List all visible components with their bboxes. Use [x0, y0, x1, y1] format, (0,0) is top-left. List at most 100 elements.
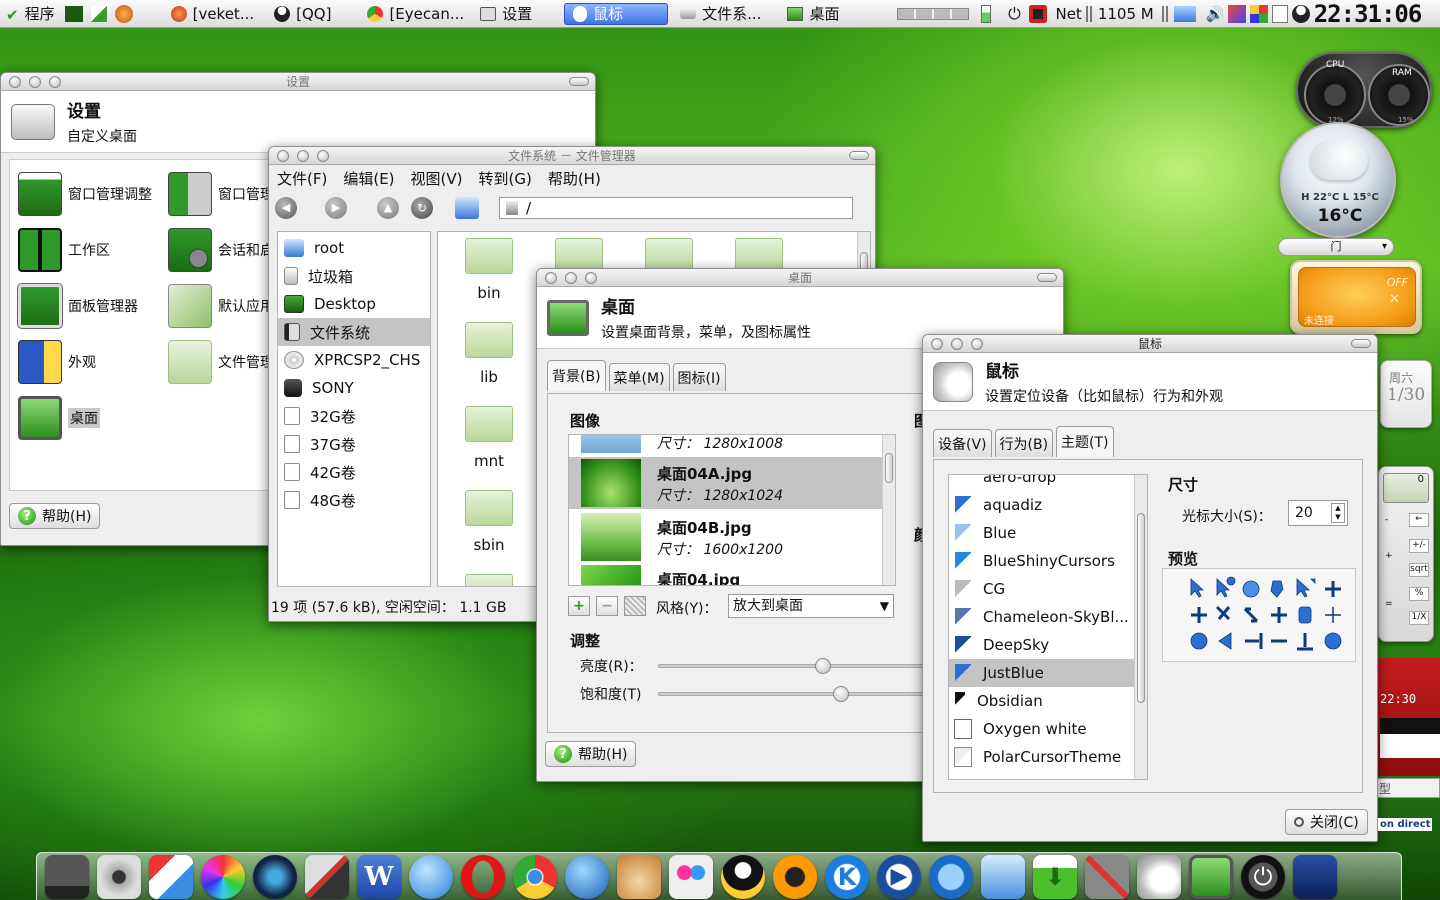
media-player-icon[interactable]: ▶	[877, 855, 921, 899]
minimize-window-button[interactable]	[297, 150, 309, 162]
shade-button[interactable]	[569, 77, 589, 86]
volume-icon[interactable]: 🔊	[1206, 5, 1226, 23]
alarm-widget[interactable]: 22:30	[1376, 658, 1440, 776]
style-select[interactable]: 放大到桌面 ▼	[728, 594, 894, 618]
terminal-icon[interactable]	[64, 5, 83, 22]
image-row[interactable]: 尺寸： 1280x1008	[569, 435, 883, 455]
globe-icon[interactable]	[409, 855, 453, 899]
cursor-theme-item[interactable]: Obsidian	[949, 687, 1135, 715]
cursor-theme-item[interactable]: JustBlue	[949, 659, 1135, 687]
setting-panel-manager[interactable]: 面板管理器	[17, 283, 138, 329]
image-options-icon[interactable]	[624, 596, 646, 616]
calendar-widget[interactable]: 周六 1/30	[1380, 360, 1432, 428]
cursor-theme-item[interactable]: DeepSky	[949, 631, 1135, 659]
place-desktop[interactable]: Desktop	[278, 290, 430, 318]
setting-window-tweaks[interactable]: 窗口管理调整	[18, 172, 152, 216]
location-bar[interactable]: /	[499, 197, 853, 219]
saturation-slider[interactable]	[658, 686, 958, 702]
battery-icon[interactable]	[981, 4, 992, 23]
clock[interactable]: 22:31:06	[1314, 0, 1423, 27]
close-window-button[interactable]	[545, 272, 557, 284]
workspace-pager-icon[interactable]	[897, 7, 970, 20]
cursor-theme-item[interactable]: aquadiz	[949, 491, 1135, 519]
task-desktop[interactable]: 桌面	[779, 3, 847, 25]
close-button[interactable]: 关闭(C)	[1285, 809, 1368, 835]
task-settings[interactable]: 设置	[472, 3, 540, 25]
shutdown-icon[interactable]: ⏻	[1241, 855, 1285, 899]
menu-edit[interactable]: 编辑(E)	[343, 168, 394, 189]
tools-icon[interactable]	[1085, 855, 1129, 899]
task-mouse[interactable]: 鼠标	[564, 2, 669, 25]
folder-item[interactable]: mnt	[454, 406, 524, 470]
forward-icon[interactable]: ▶	[325, 197, 347, 219]
folder-item[interactable]: bin	[454, 238, 524, 302]
setting-session-startup[interactable]: 会话和启	[168, 228, 274, 272]
image-row[interactable]: 桌面04A.jpg 尺寸： 1280x1024	[569, 457, 883, 509]
title-bar[interactable]: 设置	[1, 73, 595, 91]
stepper-arrows-icon[interactable]: ▲ ▼	[1331, 503, 1345, 523]
maximize-window-button[interactable]	[971, 338, 983, 350]
router-widget[interactable]: OFF ✕ 未连接	[1290, 260, 1422, 334]
image-row[interactable]: 桌面04B.jpg 尺寸： 1600x1200	[569, 511, 883, 563]
calc-key[interactable]: +/-	[1409, 539, 1429, 553]
opera-icon[interactable]	[461, 855, 505, 899]
word-processor-icon[interactable]: W	[357, 855, 401, 899]
calc-key[interactable]: ←	[1409, 513, 1429, 527]
desktop-dock-icon[interactable]	[1189, 855, 1233, 899]
headphones-icon[interactable]	[773, 855, 817, 899]
help-button[interactable]: ? 帮助(H)	[9, 503, 101, 529]
place-filesystem[interactable]: 文件系统	[278, 318, 430, 346]
tray-app-icon[interactable]	[1227, 4, 1246, 23]
network-icon[interactable]	[149, 855, 193, 899]
cursor-theme-item[interactable]: Blue	[949, 519, 1135, 547]
internet-globe-icon[interactable]	[565, 855, 609, 899]
task-qq[interactable]: [QQ]	[266, 3, 339, 25]
weather-city-select[interactable]: 门 ▾	[1278, 238, 1394, 256]
menu-view[interactable]: 视图(V)	[411, 168, 463, 189]
k-app-icon[interactable]: K	[825, 855, 869, 899]
calc-op[interactable]: =	[1385, 599, 1393, 609]
mouse-dock-icon[interactable]	[1137, 855, 1181, 899]
cursor-theme-item[interactable]: CG	[949, 575, 1135, 603]
back-icon[interactable]: ◀	[275, 197, 297, 219]
notes-icon[interactable]	[1271, 4, 1288, 23]
browser-icon[interactable]	[114, 4, 133, 23]
rabbit-icon[interactable]	[617, 855, 661, 899]
drawing-icon[interactable]	[305, 855, 349, 899]
menu-file[interactable]: 文件(F)	[277, 168, 327, 189]
tray-colors-icon[interactable]	[1249, 4, 1268, 23]
cursor-theme-item[interactable]: Chameleon-SkyBl...	[949, 603, 1135, 631]
calc-key[interactable]: 1/X	[1409, 611, 1429, 625]
download-icon[interactable]: ⬇	[1033, 855, 1077, 899]
place-48g[interactable]: 48G卷	[278, 486, 430, 514]
close-window-button[interactable]	[9, 76, 21, 88]
setting-workspaces[interactable]: 工作区	[18, 228, 110, 272]
workspace-switcher-icon[interactable]	[1293, 855, 1337, 899]
setting-window-manager[interactable]: 窗口管理	[168, 172, 274, 216]
slider-handle[interactable]	[815, 658, 831, 674]
minimize-window-button[interactable]	[951, 338, 963, 350]
tab-theme[interactable]: 主题(T)	[1056, 426, 1114, 457]
setting-desktop[interactable]: 桌面	[18, 396, 100, 440]
shade-button[interactable]	[1351, 339, 1371, 348]
calc-op[interactable]: +	[1385, 551, 1393, 561]
tab-behavior[interactable]: 行为(B)	[994, 429, 1054, 457]
camera-icon[interactable]	[97, 855, 141, 899]
qq-dock-icon[interactable]	[721, 855, 765, 899]
app-menu[interactable]: ✔ 程序	[0, 0, 61, 27]
calc-key[interactable]: sqrt	[1409, 563, 1429, 577]
tab-menu[interactable]: 菜单(M)	[608, 363, 670, 391]
setting-default-apps[interactable]: 默认应用	[168, 284, 274, 328]
cursor-theme-item[interactable]: aero-drop	[949, 475, 1135, 491]
remove-image-icon[interactable]: −	[596, 596, 618, 616]
chrome-browser-icon[interactable]	[513, 855, 557, 899]
place-xprcsp2[interactable]: XPRCSP2_CHS	[278, 346, 430, 374]
cursor-theme-item[interactable]: PolarCursorTheme	[949, 743, 1135, 771]
place-42g[interactable]: 42G卷	[278, 458, 430, 486]
reload-icon[interactable]: ↻	[411, 197, 433, 219]
place-37g[interactable]: 37G卷	[278, 430, 430, 458]
title-bar[interactable]: 桌面	[537, 269, 1063, 287]
tab-icons[interactable]: 图标(I)	[672, 363, 726, 391]
cursor-theme-item[interactable]: BlueShinyCursors	[949, 547, 1135, 575]
calc-key[interactable]: %	[1409, 587, 1429, 601]
